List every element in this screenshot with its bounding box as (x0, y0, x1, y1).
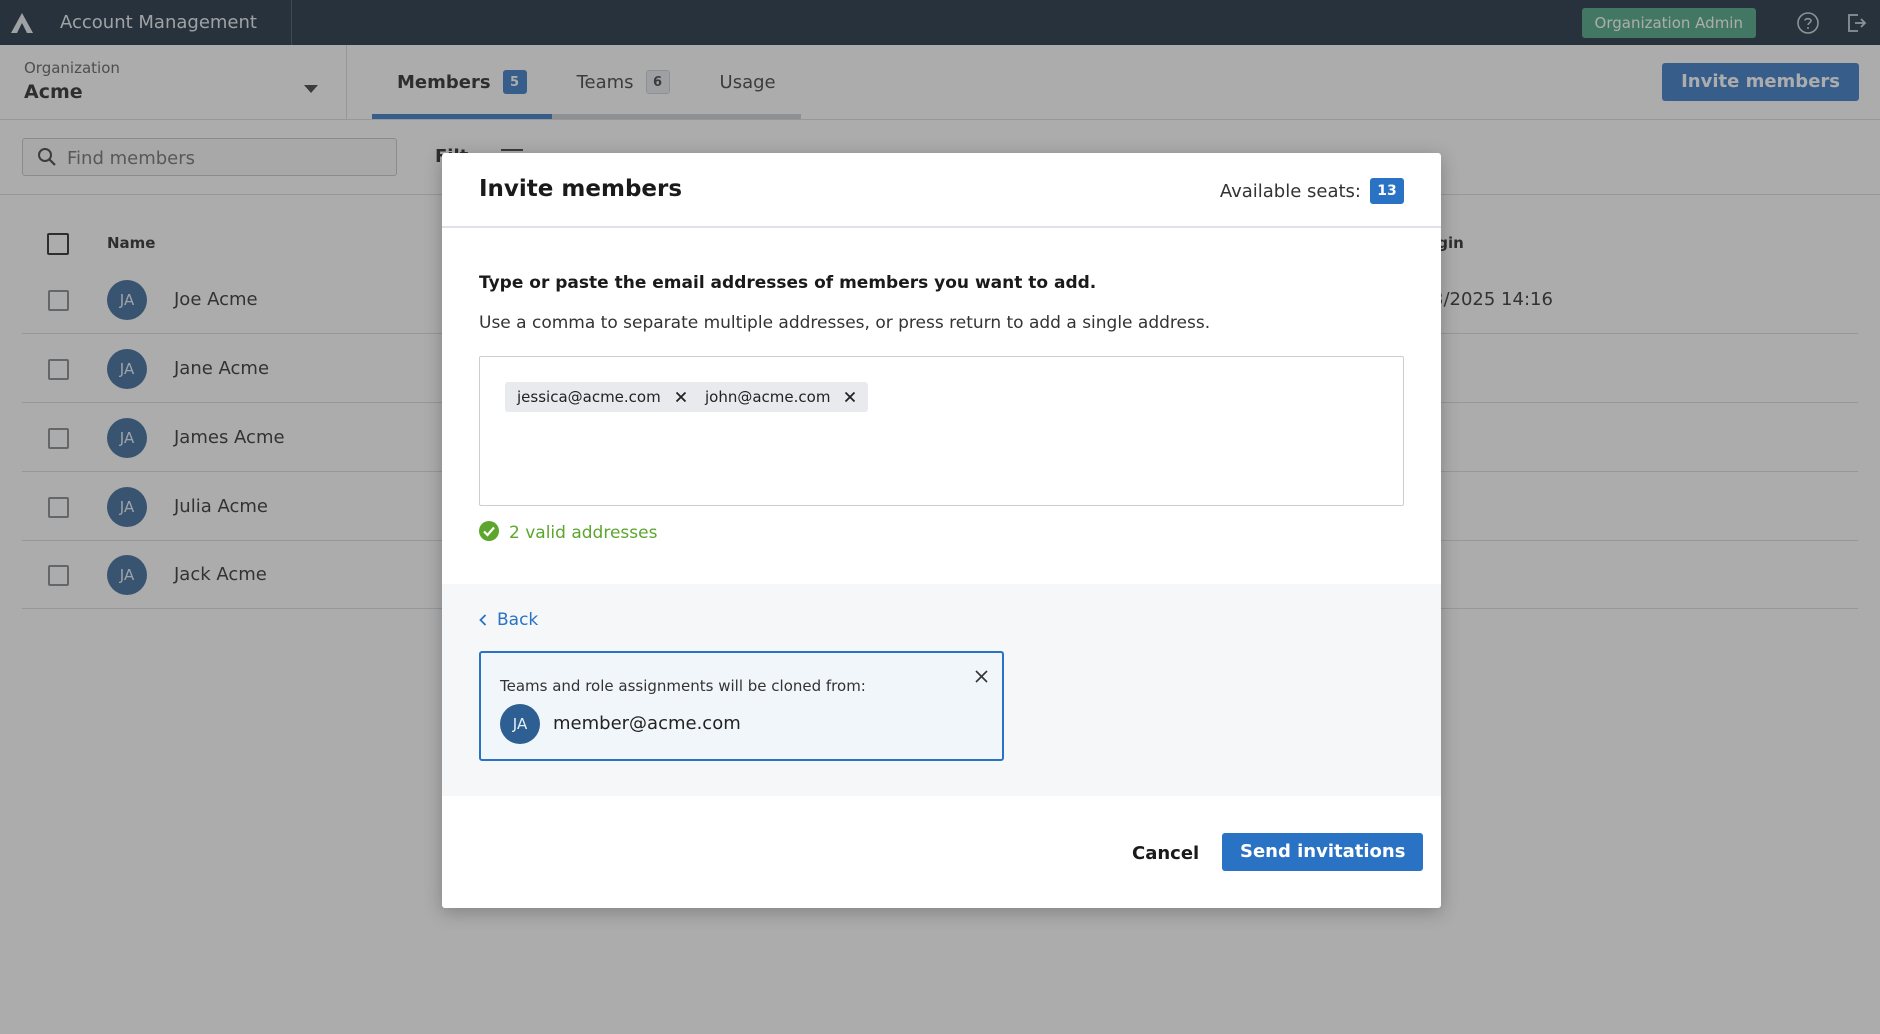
chevron-left-icon (479, 614, 487, 626)
close-icon[interactable] (844, 391, 856, 403)
back-link[interactable]: Back (479, 610, 538, 630)
clone-description: Teams and role assignments will be clone… (500, 677, 866, 695)
available-seats-label: Available seats: (1219, 181, 1361, 202)
instruction-text: Use a comma to separate multiple address… (479, 313, 1211, 333)
email-chip: jessica@acme.com (505, 382, 699, 412)
validation-status: 2 valid addresses (479, 521, 657, 545)
check-circle-icon (479, 521, 499, 545)
dialog-header: Invite members Available seats: 13 (442, 153, 1441, 228)
instruction-heading: Type or paste the email addresses of mem… (479, 273, 1097, 293)
avatar: JA (500, 704, 540, 744)
dialog-title: Invite members (479, 176, 683, 202)
dialog-footer: Cancel Send invitations (442, 796, 1441, 908)
available-seats-badge: 13 (1370, 178, 1404, 204)
send-invitations-button[interactable]: Send invitations (1222, 833, 1424, 871)
clone-source-email: member@acme.com (553, 713, 741, 734)
close-icon[interactable] (970, 665, 992, 687)
email-input[interactable]: jessica@acme.com john@acme.com (479, 356, 1404, 506)
cancel-button[interactable]: Cancel (1126, 839, 1205, 868)
email-chip: john@acme.com (693, 382, 869, 412)
close-icon[interactable] (675, 391, 687, 403)
valid-addresses-text: 2 valid addresses (509, 523, 658, 543)
clone-section: Back Teams and role assignments will be … (442, 584, 1441, 796)
clone-source-panel: Teams and role assignments will be clone… (479, 651, 1004, 761)
email-chip-label: john@acme.com (705, 388, 831, 406)
back-label: Back (497, 610, 539, 630)
invite-members-dialog: Invite members Available seats: 13 Type … (442, 153, 1441, 908)
email-chip-label: jessica@acme.com (517, 388, 661, 406)
